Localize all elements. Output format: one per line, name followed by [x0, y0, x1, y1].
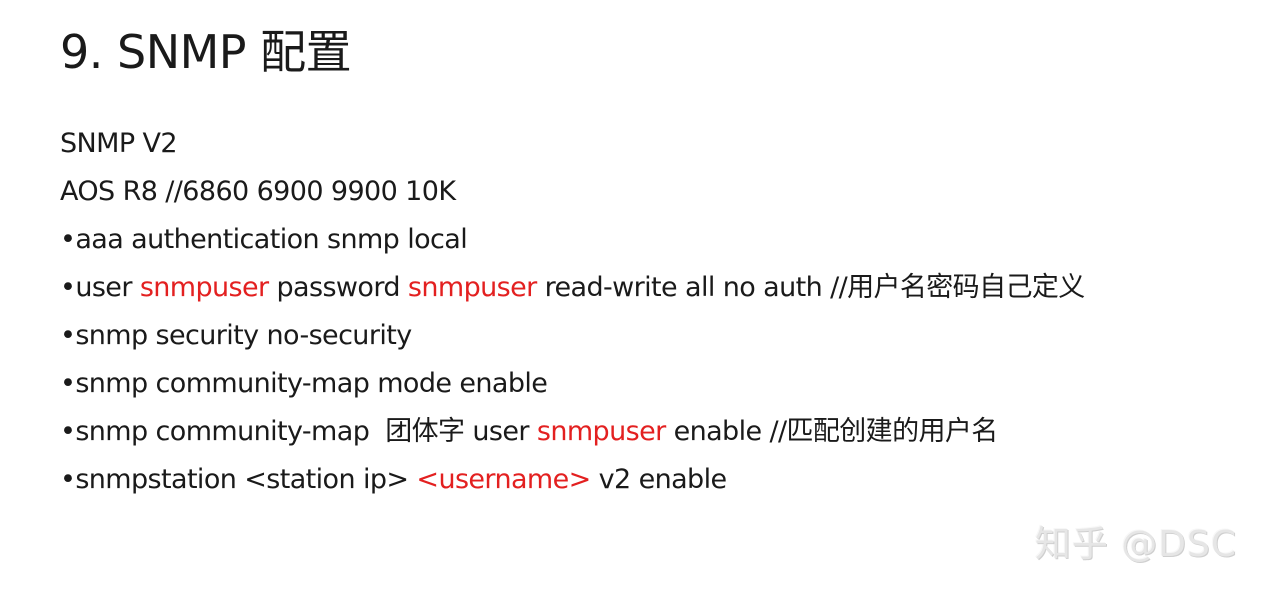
text-segment: enable //匹配创建的用户名 — [665, 416, 999, 447]
command-line: •snmp security no-security — [60, 312, 1250, 360]
command-line: •snmp community-map 团体字 user snmpuser en… — [60, 408, 1250, 456]
config-text-block: SNMP V2 AOS R8 //6860 6900 9900 10K •aaa… — [60, 120, 1250, 504]
command-line: •aaa authentication snmp local — [60, 216, 1250, 264]
text-segment: •snmp community-map mode enable — [60, 368, 548, 399]
text-segment: v2 enable — [590, 464, 727, 495]
slide-title: 9. SNMP 配置 — [60, 25, 352, 79]
text-segment: •snmp community-map 团体字 user — [60, 416, 537, 447]
watermark: 知乎 @DSC — [1034, 524, 1237, 565]
text-segment: read-write all no auth //用户名密码自己定义 — [536, 272, 1086, 303]
text-line: AOS R8 //6860 6900 9900 10K — [60, 168, 1250, 216]
text-segment: •aaa authentication snmp local — [60, 224, 468, 255]
text-segment: •snmp security no-security — [60, 320, 412, 351]
highlighted-username: snmpuser — [536, 416, 666, 447]
highlighted-username: snmpuser — [139, 272, 269, 303]
text-segment: AOS R8 //6860 6900 9900 10K — [60, 176, 456, 207]
text-segment: •user — [60, 272, 140, 303]
text-line: SNMP V2 — [60, 120, 1250, 168]
text-segment: •snmpstation <station ip> — [60, 464, 417, 495]
command-line: •snmpstation <station ip> <username> v2 … — [60, 456, 1250, 504]
command-line: •snmp community-map mode enable — [60, 360, 1250, 408]
highlighted-username-placeholder: <username> — [416, 464, 591, 495]
text-segment: SNMP V2 — [60, 128, 178, 159]
highlighted-password: snmpuser — [407, 272, 537, 303]
text-segment: password — [268, 272, 408, 303]
command-line: •user snmpuser password snmpuser read-wr… — [60, 264, 1250, 312]
